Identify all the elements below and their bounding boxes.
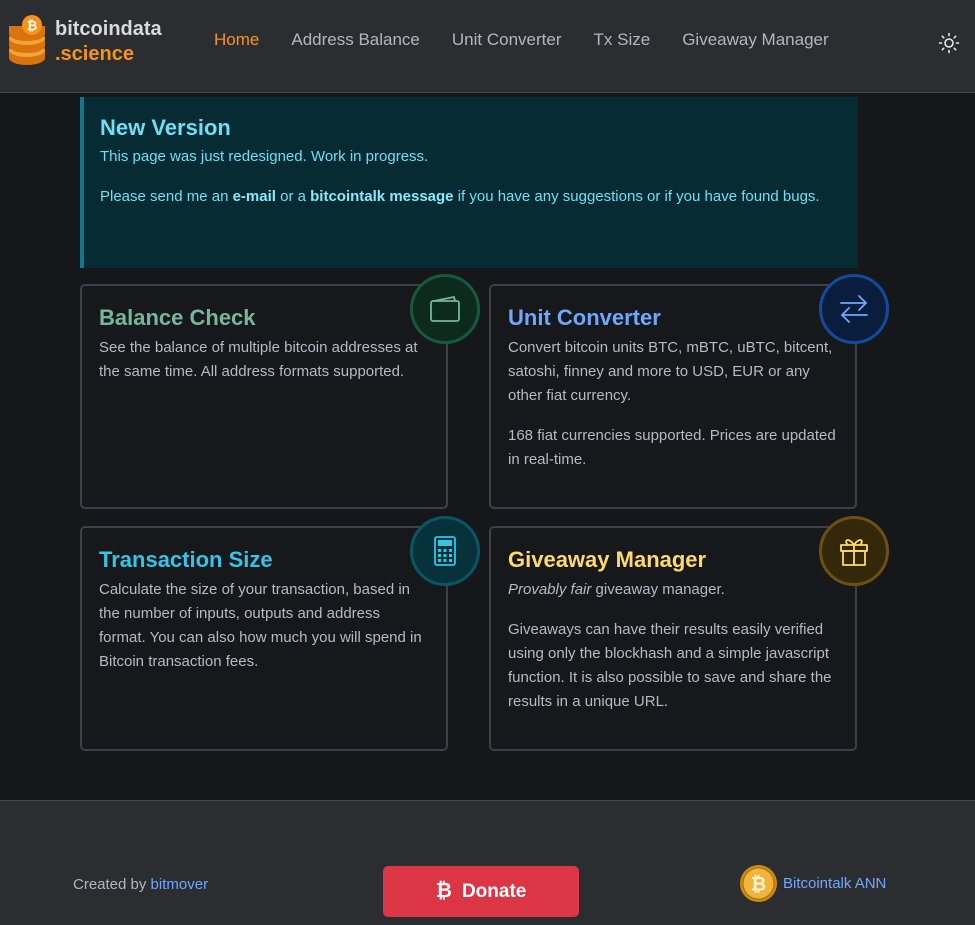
alert-line-2-mid: or a: [275, 188, 311, 205]
card-badge: [819, 274, 889, 344]
nav-unit-converter[interactable]: Unit Converter: [452, 29, 562, 51]
email-link[interactable]: e-mail: [233, 188, 276, 205]
alert-line-1: This page was just redesigned. Work in p…: [100, 148, 429, 165]
card-badge: [410, 274, 480, 344]
logo-line-1: bitcoindata: [55, 18, 162, 40]
card-text: Calculate the size of your transaction, …: [99, 581, 422, 670]
card-text-2: Giveaways can have their results easily …: [508, 621, 832, 710]
nav-address-balance[interactable]: Address Balance: [291, 29, 420, 51]
card-text-1: Convert bitcoin units BTC, mBTC, uBTC, b…: [508, 339, 833, 404]
calculator-icon: [434, 536, 456, 566]
alert-line-2: Please send me an e-mail or a bitcointal…: [100, 185, 838, 209]
created-by-prefix: Created by: [73, 876, 151, 893]
card-text-2: 168 fiat currencies supported. Prices ar…: [508, 427, 836, 468]
transaction-size-card[interactable]: Transaction Size Calculate the size of y…: [80, 516, 480, 751]
alert-line-2-prefix: Please send me an: [100, 188, 233, 205]
card-text-1-rest: giveaway manager.: [591, 581, 725, 598]
bitcoin-icon: ₿: [435, 880, 452, 902]
nav-home[interactable]: Home: [214, 29, 259, 51]
bitcoin-coin-icon: ₿: [740, 865, 777, 902]
sun-icon[interactable]: [938, 32, 960, 54]
card-badge: [819, 516, 889, 586]
card-text-1: Provably fair giveaway manager.: [508, 578, 838, 602]
gift-icon: [840, 539, 868, 566]
ann-label: Bitcointalk ANN: [783, 875, 887, 892]
svg-text:₿: ₿: [751, 874, 766, 896]
bitcoin-coins-logo-icon: ₿: [9, 15, 45, 65]
giveaway-manager-card[interactable]: Giveaway Manager Provably fair giveaway …: [489, 516, 889, 751]
card-text: See the balance of multiple bitcoin addr…: [99, 339, 418, 380]
nav-tx-size[interactable]: Tx Size: [594, 29, 651, 51]
arrows-exchange-icon: [840, 295, 868, 323]
unit-converter-card[interactable]: Unit Converter Convert bitcoin units BTC…: [489, 274, 889, 509]
logo-line-2: .science: [55, 43, 134, 65]
card-title: Transaction Size: [99, 547, 273, 572]
card-title: Unit Converter: [508, 305, 661, 330]
provably-fair-text: Provably fair: [508, 581, 592, 598]
alert-title: New Version: [100, 115, 231, 140]
card-badge: [410, 516, 480, 586]
site-footer: Created by bitmover ₿ Donate ₿ Bitcointa…: [0, 800, 975, 925]
bitcointalk-message-link[interactable]: bitcointalk message: [310, 188, 453, 205]
donate-button[interactable]: ₿ Donate: [383, 866, 579, 917]
svg-text:₿: ₿: [27, 19, 38, 34]
card-title: Giveaway Manager: [508, 547, 707, 572]
site-logo[interactable]: ₿ bitcoindata .science: [8, 14, 168, 70]
wallet-icon: [430, 296, 460, 322]
nav-giveaway-manager[interactable]: Giveaway Manager: [682, 29, 828, 51]
balance-check-card[interactable]: Balance Check See the balance of multipl…: [80, 274, 480, 509]
created-by: Created by bitmover: [73, 876, 208, 893]
top-navbar: ₿ bitcoindata .science Home Address Bala…: [0, 0, 975, 93]
bitcointalk-ann-link[interactable]: ₿ Bitcointalk ANN: [739, 864, 886, 903]
bitmover-link[interactable]: bitmover: [151, 876, 209, 893]
new-version-alert: New Version This page was just redesigne…: [80, 97, 858, 268]
alert-line-2-suffix: if you have any suggestions or if you ha…: [453, 188, 820, 205]
main-nav: Home Address Balance Unit Converter Tx S…: [214, 29, 861, 51]
donate-label: Donate: [461, 880, 527, 902]
logo-text: bitcoindata .science: [55, 17, 162, 67]
card-title: Balance Check: [99, 305, 256, 330]
